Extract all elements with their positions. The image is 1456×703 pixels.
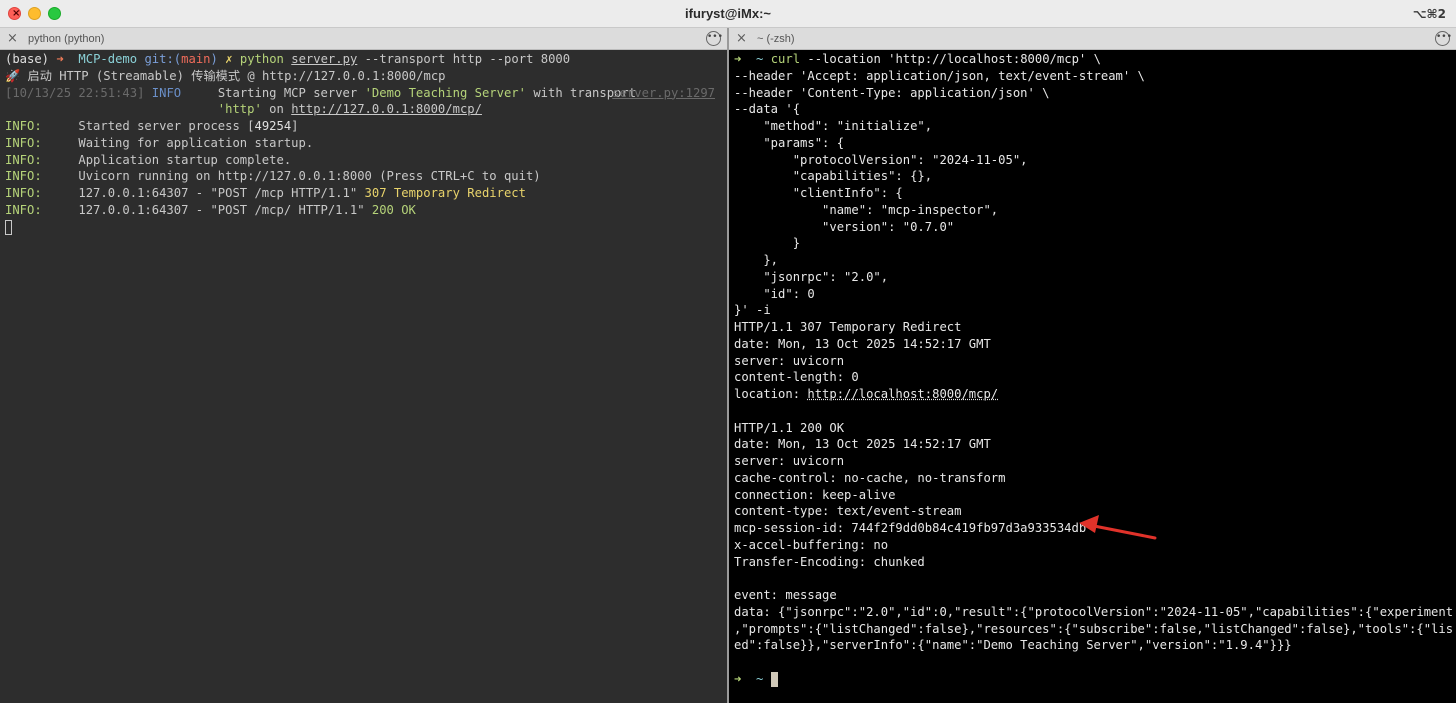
pane-menu-icon[interactable]: ••• [1435, 31, 1452, 46]
curl-output-lines: --header 'Accept: application/json, text… [734, 68, 1452, 386]
output-line: "version": "0.7.0" [734, 219, 955, 234]
source-ref-link[interactable]: server.py:1297 [612, 85, 715, 102]
annotation-arrow-shaft [1087, 523, 1157, 540]
output-line: }, [734, 253, 779, 267]
info-log-line: INFO: Uvicorn running on http://127.0.0.… [5, 168, 723, 185]
terminal-cursor [5, 219, 12, 235]
prompt-arrow-icon: ➜ [734, 671, 742, 686]
output-line: "protocolVersion": "2024-11-05", [734, 152, 1028, 167]
output-line: --header 'Accept: application/json, text… [734, 68, 1145, 83]
output-line: --header 'Content-Type: application/json… [734, 85, 1050, 100]
server-url-link[interactable]: http://127.0.0.1:8000/mcp/ [291, 102, 482, 116]
output-line: --data '{ [734, 102, 801, 117]
info-number: 49254 [254, 119, 292, 133]
request-log-line: INFO: 127.0.0.1:64307 - "POST /mcp/ HTTP… [5, 202, 723, 219]
location-url-link[interactable]: http://localhost:8000/mcp/ [807, 387, 998, 401]
right-terminal-pane[interactable]: × ~ (-zsh) ••• ➜ ~ curl --location 'http… [729, 28, 1456, 703]
output-line: "params": { [734, 135, 845, 150]
info-log-line: INFO: Started server process [49254] [5, 118, 723, 135]
prompt-arrow-icon: ➜ [56, 52, 64, 66]
output-line: "method": "initialize", [734, 119, 933, 133]
output-line: content-length: 0 [734, 370, 859, 385]
left-terminal-output[interactable]: (base) ➜ MCP-demo git:(main) ✗ python se… [5, 51, 723, 703]
shell-prompt-line: (base) ➜ MCP-demo git:(main) ✗ python se… [5, 52, 571, 66]
status-code: 200 OK [371, 202, 416, 217]
output-line: "clientInfo": { [734, 186, 903, 200]
output-line: } [734, 236, 801, 251]
info-text: Application startup complete. [78, 152, 292, 167]
log-line: [10/13/25 22:51:43] INFO Starting MCP se… [5, 85, 715, 102]
info-lines: INFO: Started server process [49254] INFO… [5, 118, 723, 185]
curl-command-line: ➜ ~ curl --location 'http://localhost:80… [734, 52, 1101, 66]
info-text: Started server process [ [78, 119, 255, 133]
output-line: HTTP/1.1 200 OK [734, 420, 845, 435]
output-line: "jsonrpc": "2.0", [734, 269, 889, 284]
output-line: Transfer-Encoding: chunked [734, 554, 925, 569]
request-log-line: INFO: 127.0.0.1:64307 - "POST /mcp HTTP/… [5, 185, 723, 202]
left-terminal-pane[interactable]: × python (python) ••• (base) ➜ MCP-demo … [0, 28, 727, 703]
output-line: "id": 0 [734, 286, 815, 301]
output-line: ,"prompts":{"listChanged":false},"resour… [734, 621, 1452, 636]
info-log-line: INFO: Waiting for application startup. [5, 135, 723, 152]
output-line: "name": "mcp-inspector", [734, 202, 999, 217]
pane-menu-icon[interactable]: ••• [706, 31, 723, 46]
output-line: date: Mon, 13 Oct 2025 14:52:17 GMT [734, 336, 991, 351]
info-label: INFO: [5, 186, 42, 200]
info-label: INFO: [5, 135, 42, 150]
final-prompt-line: ➜ ~ [734, 671, 1452, 688]
output-line: server: uvicorn [734, 353, 845, 368]
request-text: 127.0.0.1:64307 - "POST /mcp HTTP/1.1" [78, 186, 365, 200]
info-label: INFO: [5, 152, 42, 167]
output-line: }' -i [734, 303, 771, 318]
right-pane-tab[interactable]: × ~ (-zsh) ••• [729, 28, 1456, 50]
git-dirty-icon: ✗ [225, 52, 233, 66]
output-line: HTTP/1.1 307 Temporary Redirect [734, 320, 962, 334]
log-line-cont: 'http' on http://127.0.0.1:8000/mcp/ [217, 102, 482, 117]
info-text: Waiting for application startup. [78, 135, 314, 150]
prompt-arrow-icon: ➜ [734, 52, 742, 66]
location-line: location: http://localhost:8000/mcp/ [734, 387, 999, 401]
terminal-cursor [770, 671, 778, 687]
annotation-arrow-head [1079, 515, 1099, 533]
output-line: date: Mon, 13 Oct 2025 14:52:17 GMT [734, 437, 991, 452]
startup-line: 🚀 启动 HTTP (Streamable) 传输模式 @ http://127… [5, 68, 446, 83]
output-line: ed":false}},"serverInfo":{"name":"Demo T… [734, 638, 1292, 653]
output-line: connection: keep-alive [734, 487, 896, 502]
request-text: 127.0.0.1:64307 - "POST /mcp/ HTTP/1.1" [78, 202, 372, 217]
output-line: event: message [734, 588, 837, 602]
window-title: ifuryst@iMx:~ [685, 6, 771, 21]
output-line: "capabilities": {}, [734, 169, 933, 184]
info-label: INFO: [5, 202, 42, 217]
output-line: server: uvicorn [734, 454, 845, 468]
info-text-end: ] [291, 119, 299, 133]
window-shortcut: ⌥⌘2 [1412, 7, 1446, 21]
title-bar: × ifuryst@iMx:~ ⌥⌘2 [0, 0, 1456, 28]
status-code: 307 Temporary Redirect [364, 186, 526, 200]
close-pane-icon[interactable]: × [736, 30, 747, 47]
right-pane-title: ~ (-zsh) [757, 33, 795, 45]
left-pane-title: python (python) [28, 33, 105, 45]
right-terminal-output[interactable]: ➜ ~ curl --location 'http://localhost:80… [734, 51, 1452, 703]
cursor-line [5, 219, 723, 236]
info-text: Uvicorn running on http://127.0.0.1:8000… [78, 169, 541, 184]
info-label: INFO: [5, 169, 42, 184]
output-line: cache-control: no-cache, no-transform [734, 470, 1006, 485]
close-pane-icon[interactable]: × [7, 30, 18, 47]
info-label: INFO: [5, 119, 42, 133]
output-line: data: {"jsonrpc":"2.0","id":0,"result":{… [734, 604, 1452, 619]
info-log-line: INFO: Application startup complete. [5, 152, 723, 169]
request-lines: INFO: 127.0.0.1:64307 - "POST /mcp HTTP/… [5, 185, 723, 219]
left-pane-tab[interactable]: × python (python) ••• [0, 28, 727, 50]
annotation-arrow-icon [1079, 515, 1157, 540]
terminal-window: × ifuryst@iMx:~ ⌥⌘2 × python (python) ••… [0, 0, 1456, 703]
